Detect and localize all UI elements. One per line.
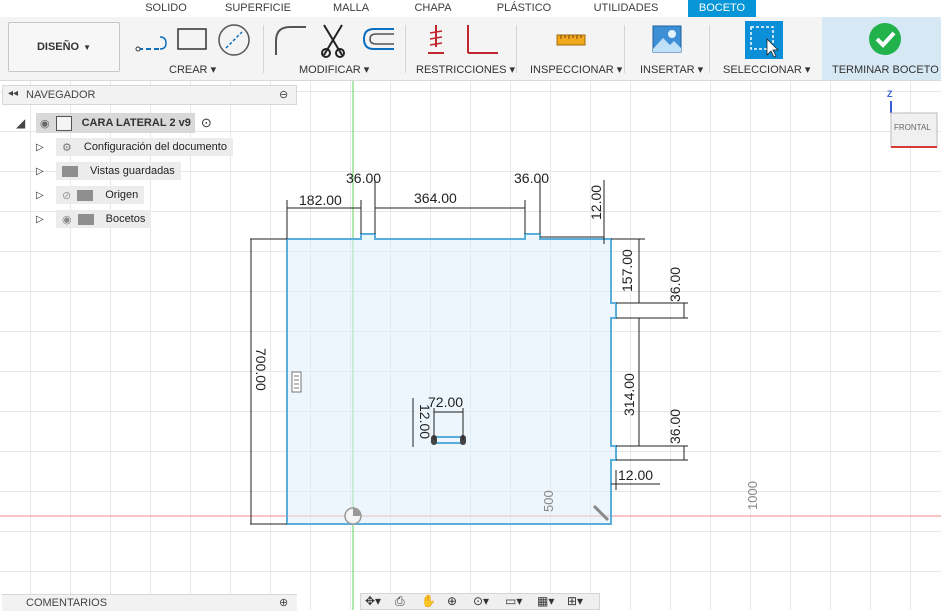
dim-182[interactable]: 182.00 — [299, 192, 342, 208]
collapsed-triangle-icon[interactable]: ▷ — [36, 166, 56, 177]
origin-point[interactable] — [344, 507, 362, 525]
nav-item-label: Configuración del documento — [83, 141, 227, 153]
dim-36-top-right[interactable]: 36.00 — [514, 170, 549, 186]
z-axis-label: Z — [887, 89, 893, 99]
dim-700[interactable]: 700.00 — [253, 348, 269, 391]
root-component-label: CARA LATERAL 2 v9 — [81, 117, 191, 129]
look-at-icon[interactable]: ⎙ — [395, 594, 405, 609]
nav-root-row[interactable]: ◢ ◉ CARA LATERAL 2 v9 ⊙ — [16, 113, 212, 133]
eye-icon[interactable]: ◉ — [62, 213, 72, 226]
gear-icon: ⚙ — [62, 141, 72, 154]
collapsed-triangle-icon[interactable]: ▷ — [36, 214, 56, 225]
folder-icon — [62, 165, 78, 177]
zoom-window-icon[interactable]: ⊕ — [447, 594, 457, 608]
dim-36-right-bottom[interactable]: 36.00 — [667, 409, 683, 444]
add-comment-icon[interactable]: ⊕ — [279, 596, 288, 609]
nav-item-label: Vistas guardadas — [90, 165, 175, 177]
grid-settings-icon[interactable]: ▦▾ — [537, 594, 554, 608]
navigator-header[interactable]: ◂◂ NAVEGADOR ⊖ — [2, 85, 297, 105]
expanded-triangle-icon[interactable]: ◢ — [16, 116, 36, 130]
vertical-constraint-icon[interactable] — [291, 371, 302, 393]
comments-panel[interactable]: COMENTARIOS ⊕ — [2, 594, 297, 611]
collapsed-triangle-icon[interactable]: ▷ — [36, 142, 56, 153]
dim-36-right-top[interactable]: 36.00 — [667, 267, 683, 302]
dim-157[interactable]: 157.00 — [619, 249, 635, 292]
zoom-icon[interactable]: ⊙▾ — [473, 594, 489, 608]
activate-radio-icon[interactable]: ⊙ — [201, 115, 212, 131]
dim-36-top-left[interactable]: 36.00 — [346, 170, 381, 186]
folder-icon — [77, 189, 94, 201]
pan-icon[interactable]: ✋ — [421, 594, 436, 608]
folder-icon — [77, 213, 94, 225]
dim-364[interactable]: 364.00 — [414, 190, 457, 206]
nav-item-label: Origen — [105, 189, 139, 201]
navigator-title: NAVEGADOR — [26, 89, 96, 101]
eye-icon[interactable]: ◉ — [40, 117, 50, 130]
dim-12-slot[interactable]: 12.00 — [417, 404, 433, 439]
collapse-left-icon[interactable]: ◂◂ — [8, 88, 18, 99]
nav-item-label: Bocetos — [105, 213, 146, 225]
eye-hidden-icon[interactable]: ⊘ — [62, 189, 71, 202]
nav-item-origin[interactable]: ▷ ⊘ Origen — [36, 185, 145, 205]
dim-12-right[interactable]: 12.00 — [618, 467, 653, 483]
nav-item-document-settings[interactable]: ▷ ⚙ Configuración del documento — [36, 137, 233, 157]
dim-314[interactable]: 314.00 — [621, 373, 637, 416]
navigation-toolbar: ✥▾ ⎙ ✋ ⊕ ⊙▾ ▭▾ ▦▾ ⊞▾ — [360, 593, 600, 610]
orbit-icon[interactable]: ✥▾ — [365, 594, 381, 608]
minimize-icon[interactable]: ⊖ — [279, 88, 288, 101]
dim-12-top[interactable]: 12.00 — [588, 185, 604, 220]
collapsed-triangle-icon[interactable]: ▷ — [36, 190, 56, 201]
view-cube-face-label[interactable]: FRONTAL — [894, 123, 931, 132]
nav-item-sketches[interactable]: ▷ ◉ Bocetos — [36, 209, 152, 229]
display-settings-icon[interactable]: ▭▾ — [505, 594, 522, 608]
comments-label: COMENTARIOS — [26, 597, 108, 609]
nav-item-saved-views[interactable]: ▷ Vistas guardadas — [36, 161, 181, 181]
component-icon — [55, 115, 72, 131]
viewports-icon[interactable]: ⊞▾ — [567, 594, 583, 608]
grid-label-500: 500 — [541, 490, 556, 512]
grid-label-1000: 1000 — [745, 481, 760, 510]
sketch-profile[interactable] — [286, 233, 617, 525]
